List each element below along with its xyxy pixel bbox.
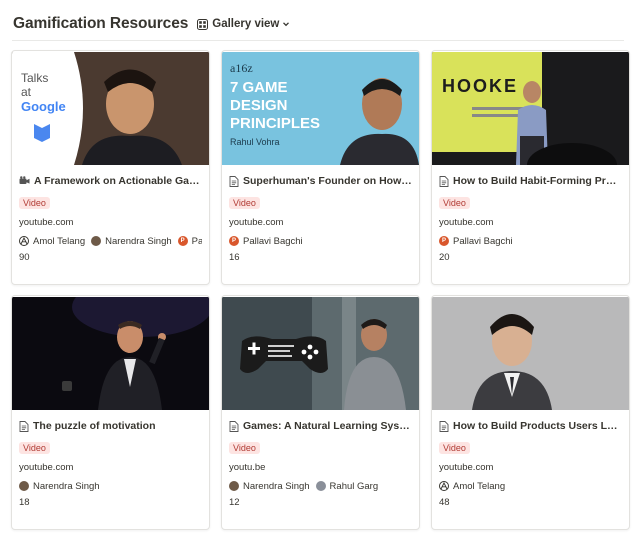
card-title[interactable]: Superhuman's Founder on How to... [229, 174, 412, 188]
gallery-card[interactable]: Games: A Natural Learning Syste... Video… [221, 295, 420, 530]
card-people: P Pallavi Bagchi [229, 235, 412, 247]
gallery-grid: Talks at Google A Framework on Actionabl… [11, 50, 630, 530]
video-camera-icon [19, 176, 30, 184]
card-count: 18 [19, 497, 30, 508]
avatar [315, 481, 326, 491]
gallery-card[interactable]: The puzzle of motivation Video youtube.c… [11, 295, 210, 530]
thumb-text-line3: PRINCIPLES [230, 115, 320, 132]
person: Narendra Singh [19, 481, 100, 492]
gallery-grid-icon [197, 18, 209, 30]
card-count: 20 [439, 252, 450, 263]
tag-video: Video [19, 442, 50, 454]
card-people: Amol Telang [439, 480, 622, 492]
card-title[interactable]: How to Build Habit-Forming Produ... [439, 174, 622, 188]
page-header: Gamification Resources Gallery view [13, 12, 624, 36]
card-thumbnail: HOOKE [432, 52, 629, 165]
card-thumbnail [12, 297, 209, 410]
thumb-subtitle: Rahul Vohra [230, 137, 280, 147]
avatar [91, 236, 102, 246]
gallery-card[interactable]: Talks at Google A Framework on Actionabl… [11, 50, 210, 285]
page-icon [439, 420, 449, 432]
tag-video: Video [229, 442, 260, 454]
card-thumbnail: Talks at Google [12, 52, 209, 165]
person: P Pallavi B [177, 236, 202, 247]
gallery-card[interactable]: How to Build Products Users Love ... Vid… [431, 295, 630, 530]
avatar [19, 481, 29, 491]
tag-video: Video [19, 197, 50, 209]
card-thumbnail [432, 297, 629, 410]
avatar: P [177, 236, 188, 246]
avatar [439, 481, 449, 491]
gallery-view-dropdown[interactable]: Gallery view [197, 18, 290, 30]
card-domain: youtube.com [439, 217, 494, 228]
chevron-down-icon [283, 22, 290, 27]
avatar: P [229, 236, 239, 246]
thumb-text-line1: 7 GAME [230, 79, 288, 96]
card-count: 12 [229, 497, 240, 508]
avatar [19, 236, 29, 246]
page-title: Gamification Resources [13, 15, 189, 32]
card-domain: youtu.be [229, 462, 266, 473]
card-thumbnail [222, 297, 419, 410]
card-title[interactable]: The puzzle of motivation [19, 419, 202, 433]
card-title[interactable]: A Framework on Actionable Gamifi... [19, 174, 202, 188]
thumb-text-line2: DESIGN [230, 97, 288, 114]
page-icon [439, 175, 449, 187]
page-icon [229, 420, 239, 432]
avatar: P [439, 236, 449, 246]
header-divider [12, 40, 624, 41]
card-title[interactable]: Games: A Natural Learning Syste... [229, 419, 412, 433]
view-label: Gallery view [212, 18, 280, 30]
person: Narendra Singh [229, 481, 310, 492]
card-people: Amol Telang Narendra Singh P Pallavi B [19, 235, 202, 247]
person: P Pallavi Bagchi [229, 236, 303, 247]
page-icon [19, 420, 29, 432]
card-count: 16 [229, 252, 240, 263]
tag-video: Video [439, 442, 470, 454]
gallery-card[interactable]: a16z 7 GAME DESIGN PRINCIPLES Rahul Vohr… [221, 50, 420, 285]
person: P Pallavi Bagchi [439, 236, 513, 247]
thumb-text-line1: Talks [21, 71, 48, 85]
card-thumbnail: a16z 7 GAME DESIGN PRINCIPLES Rahul Vohr… [222, 52, 419, 165]
thumb-brand: a16z [230, 61, 253, 75]
card-domain: youtube.com [19, 462, 74, 473]
card-domain: youtube.com [229, 217, 284, 228]
tag-video: Video [229, 197, 260, 209]
thumb-book-title: HOOKE [442, 76, 518, 96]
card-people: Narendra Singh Rahul Garg [229, 480, 412, 492]
card-domain: youtube.com [439, 462, 494, 473]
card-count: 90 [19, 252, 30, 263]
person: Amol Telang [439, 481, 505, 492]
avatar [229, 481, 239, 491]
tag-video: Video [439, 197, 470, 209]
thumb-text-line2: at [21, 85, 32, 99]
person: Rahul Garg [315, 481, 378, 492]
person: Narendra Singh [91, 236, 172, 247]
card-count: 48 [439, 497, 450, 508]
card-title[interactable]: How to Build Products Users Love ... [439, 419, 622, 433]
person: Amol Telang [19, 236, 85, 247]
card-domain: youtube.com [19, 217, 74, 228]
gallery-card[interactable]: HOOKE How to Build Habit-Forming Produ..… [431, 50, 630, 285]
card-people: Narendra Singh [19, 480, 202, 492]
page-icon [229, 175, 239, 187]
card-people: P Pallavi Bagchi [439, 235, 622, 247]
thumb-brand: Google [21, 99, 66, 114]
